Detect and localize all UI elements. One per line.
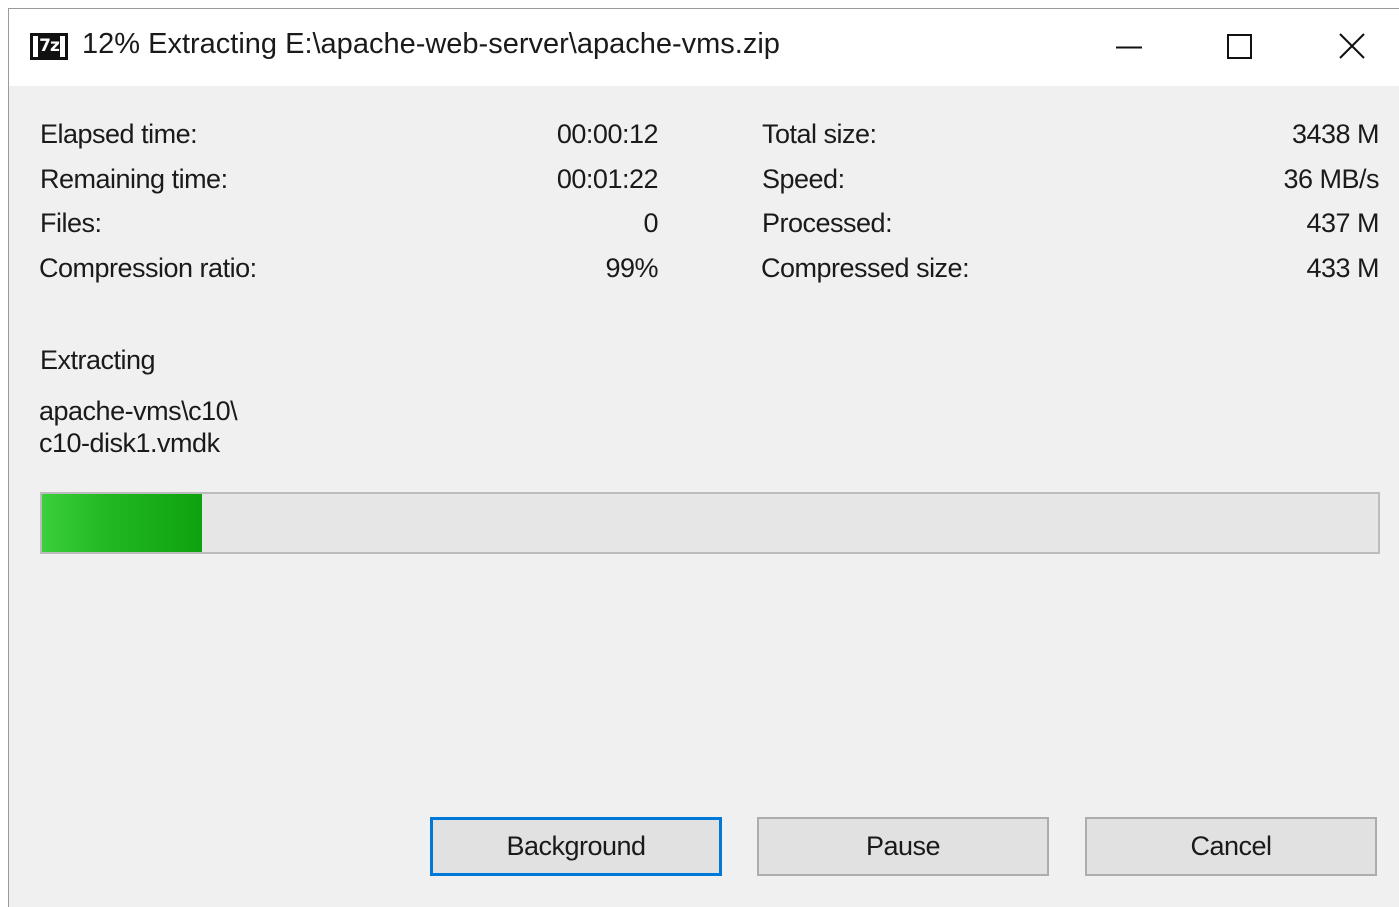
progress-bar [40,492,1380,554]
speed-label: Speed: [762,164,845,194]
elapsed-time-label: Elapsed time: [40,119,198,149]
processed-value: 437 M [1306,208,1379,238]
window-title: 12% Extracting E:\apache-web-server\apac… [82,28,780,60]
current-file-path-line1: apache-vms\c10\ [39,396,238,426]
compression-ratio-value: 99% [605,253,658,283]
extraction-progress-window: 7z 12% Extracting E:\apache-web-server\a… [8,8,1399,907]
pause-button[interactable]: Pause [757,817,1049,876]
remaining-time-value: 00:01:22 [556,164,659,194]
current-file-path-line2: c10-disk1.vmdk [39,428,220,458]
maximize-button[interactable] [1181,9,1291,86]
cancel-button[interactable]: Cancel [1085,817,1377,876]
compressed-size-value: 433 M [1306,253,1379,283]
current-file-path: apache-vms\c10\ c10-disk1.vmdk [39,395,238,459]
minimize-icon [1116,46,1142,49]
elapsed-time-value: 00:00:12 [556,119,659,149]
compression-ratio-label: Compression ratio: [39,253,257,283]
speed-value: 36 MB/s [1283,164,1379,194]
files-label: Files: [40,208,102,238]
remaining-time-label: Remaining time: [40,164,228,194]
progress-bar-fill [42,494,203,552]
app-7zip-icon: 7z [30,33,68,60]
compressed-size-label: Compressed size: [761,253,970,283]
total-size-label: Total size: [762,119,877,149]
total-size-value: 3438 M [1291,119,1380,149]
close-button[interactable] [1291,9,1399,86]
files-value: 0 [643,208,658,238]
operation-label: Extracting [40,345,156,375]
processed-label: Processed: [762,208,893,238]
close-icon [1339,33,1365,59]
background-button[interactable]: Background [430,817,722,876]
title-bar[interactable]: 7z 12% Extracting E:\apache-web-server\a… [9,9,1399,86]
maximize-icon [1227,34,1252,59]
minimize-button[interactable] [1071,9,1181,86]
